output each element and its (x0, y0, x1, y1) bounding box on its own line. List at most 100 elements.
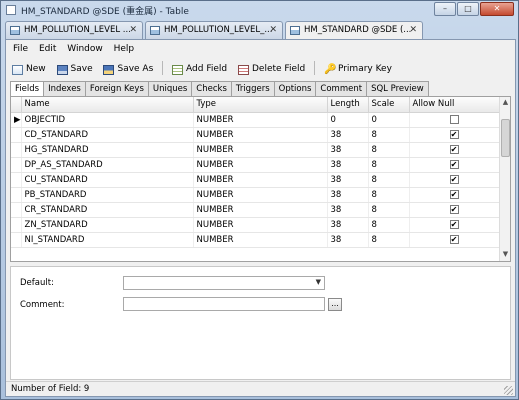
column-header-name[interactable]: Name (21, 97, 194, 113)
field-length-cell[interactable]: 38 (327, 127, 369, 143)
field-name-cell[interactable]: PB_STANDARD (21, 187, 194, 203)
field-scale-cell[interactable]: 8 (368, 232, 410, 248)
field-scale-cell[interactable]: 8 (368, 217, 410, 233)
field-length-cell[interactable]: 38 (327, 172, 369, 188)
close-icon[interactable]: ✕ (129, 25, 137, 35)
save-button[interactable]: Save (56, 63, 93, 77)
field-length-cell[interactable]: 38 (327, 232, 369, 248)
field-name-cell[interactable]: ZN_STANDARD (21, 217, 194, 233)
field-type-cell[interactable]: NUMBER (193, 187, 328, 203)
chevron-down-icon[interactable]: ▼ (316, 278, 321, 286)
field-length-cell[interactable]: 38 (327, 217, 369, 233)
field-type-cell[interactable]: NUMBER (193, 172, 328, 188)
field-length-cell[interactable]: 38 (327, 202, 369, 218)
save-as-button[interactable]: Save As (103, 63, 153, 77)
scroll-down-icon[interactable]: ▼ (501, 250, 510, 260)
doc-tab-pollution-level-2[interactable]: HM_POLLUTION_LEVEL_... ✕ (145, 21, 283, 39)
field-type-cell[interactable]: NUMBER (193, 202, 328, 218)
grid-vertical-scrollbar[interactable]: ▲ ▼ (499, 97, 510, 261)
field-name-cell[interactable]: NI_STANDARD (21, 232, 194, 248)
doc-tab-hm-standard[interactable]: HM_STANDARD @SDE (... ✕ (285, 21, 423, 39)
field-name-cell[interactable]: OBJECTID (21, 112, 194, 128)
close-window-button[interactable]: ✕ (480, 2, 514, 16)
scroll-thumb[interactable] (501, 119, 510, 157)
table-icon (10, 26, 20, 35)
field-name-cell[interactable]: CR_STANDARD (21, 202, 194, 218)
field-type-cell[interactable]: NUMBER (193, 127, 328, 143)
scroll-up-icon[interactable]: ▲ (501, 98, 510, 108)
field-length-cell[interactable]: 38 (327, 142, 369, 158)
menu-window[interactable]: Window (67, 44, 103, 54)
field-scale-cell[interactable]: 8 (368, 127, 410, 143)
field-length-cell[interactable]: 0 (327, 112, 369, 128)
close-icon[interactable]: ✕ (269, 25, 277, 35)
table-row[interactable]: CD_STANDARD NUMBER 38 8 ✔ (11, 127, 500, 143)
field-type-cell[interactable]: NUMBER (193, 112, 328, 128)
close-icon[interactable]: ✕ (409, 25, 417, 35)
add-field-button[interactable]: Add Field (172, 63, 227, 77)
tab-sql-preview[interactable]: SQL Preview (366, 81, 429, 96)
table-row[interactable]: DP_AS_STANDARD NUMBER 38 8 ✔ (11, 157, 500, 173)
table-row[interactable]: CU_STANDARD NUMBER 38 8 ✔ (11, 172, 500, 188)
primary-key-button[interactable]: 🔑 Primary Key (324, 63, 392, 77)
column-header-scale[interactable]: Scale (368, 97, 410, 113)
table-row[interactable]: HG_STANDARD NUMBER 38 8 ✔ (11, 142, 500, 158)
field-type-cell[interactable]: NUMBER (193, 157, 328, 173)
allow-null-checkbox[interactable]: ✔ (449, 129, 459, 139)
column-header-allow-null[interactable]: Allow Null (409, 97, 500, 113)
field-length-cell[interactable]: 38 (327, 157, 369, 173)
column-header-type[interactable]: Type (193, 97, 328, 113)
field-scale-cell[interactable]: 0 (368, 112, 410, 128)
field-type-cell[interactable]: NUMBER (193, 142, 328, 158)
field-type-cell[interactable]: NUMBER (193, 217, 328, 233)
tab-indexes[interactable]: Indexes (43, 81, 86, 96)
allow-null-checkbox[interactable]: ✔ (449, 159, 459, 169)
delete-field-button[interactable]: Delete Field (237, 63, 305, 77)
allow-null-checkbox[interactable]: ✔ (449, 144, 459, 154)
minimize-button[interactable]: – (434, 2, 456, 16)
menu-edit[interactable]: Edit (39, 44, 56, 54)
table-row[interactable]: NI_STANDARD NUMBER 38 8 ✔ (11, 232, 500, 248)
resize-grip-icon[interactable] (504, 386, 513, 395)
allow-null-checkbox[interactable] (449, 114, 459, 124)
comment-edit-button[interactable]: ... (328, 298, 342, 311)
tab-foreign-keys[interactable]: Foreign Keys (84, 81, 149, 96)
table-row[interactable]: ▶ OBJECTID NUMBER 0 0 (11, 112, 500, 128)
app-window: HM_STANDARD @SDE (重金属) - Table – □ ✕ HM_… (0, 0, 519, 400)
doc-tab-pollution-level-1[interactable]: HM_POLLUTION_LEVEL ... ✕ (5, 21, 143, 39)
field-type-cell[interactable]: NUMBER (193, 232, 328, 248)
allow-null-checkbox[interactable]: ✔ (449, 204, 459, 214)
table-row[interactable]: ZN_STANDARD NUMBER 38 8 ✔ (11, 217, 500, 233)
tab-fields[interactable]: Fields (10, 81, 45, 97)
save-label: Save (70, 63, 93, 74)
field-scale-cell[interactable]: 8 (368, 172, 410, 188)
allow-null-checkbox[interactable]: ✔ (449, 219, 459, 229)
tab-uniques[interactable]: Uniques (147, 81, 193, 96)
tab-comment[interactable]: Comment (315, 81, 368, 96)
default-dropdown[interactable]: ▼ (123, 276, 325, 290)
field-scale-cell[interactable]: 8 (368, 187, 410, 203)
table-row[interactable]: PB_STANDARD NUMBER 38 8 ✔ (11, 187, 500, 203)
field-name-cell[interactable]: DP_AS_STANDARD (21, 157, 194, 173)
field-scale-cell[interactable]: 8 (368, 142, 410, 158)
tab-checks[interactable]: Checks (191, 81, 232, 96)
allow-null-checkbox[interactable]: ✔ (449, 234, 459, 244)
tab-options[interactable]: Options (273, 81, 317, 96)
field-name-cell[interactable]: HG_STANDARD (21, 142, 194, 158)
menu-file[interactable]: File (13, 44, 28, 54)
tab-triggers[interactable]: Triggers (230, 81, 275, 96)
title-bar[interactable]: HM_STANDARD @SDE (重金属) - Table – □ ✕ (1, 1, 518, 19)
menu-help[interactable]: Help (114, 44, 135, 54)
allow-null-checkbox[interactable]: ✔ (449, 189, 459, 199)
field-name-cell[interactable]: CU_STANDARD (21, 172, 194, 188)
field-name-cell[interactable]: CD_STANDARD (21, 127, 194, 143)
allow-null-checkbox[interactable]: ✔ (449, 174, 459, 184)
field-scale-cell[interactable]: 8 (368, 202, 410, 218)
field-scale-cell[interactable]: 8 (368, 157, 410, 173)
maximize-button[interactable]: □ (457, 2, 479, 16)
field-length-cell[interactable]: 38 (327, 187, 369, 203)
column-header-length[interactable]: Length (327, 97, 369, 113)
new-button[interactable]: New (12, 63, 46, 77)
comment-field[interactable] (123, 297, 325, 311)
table-row[interactable]: CR_STANDARD NUMBER 38 8 ✔ (11, 202, 500, 218)
